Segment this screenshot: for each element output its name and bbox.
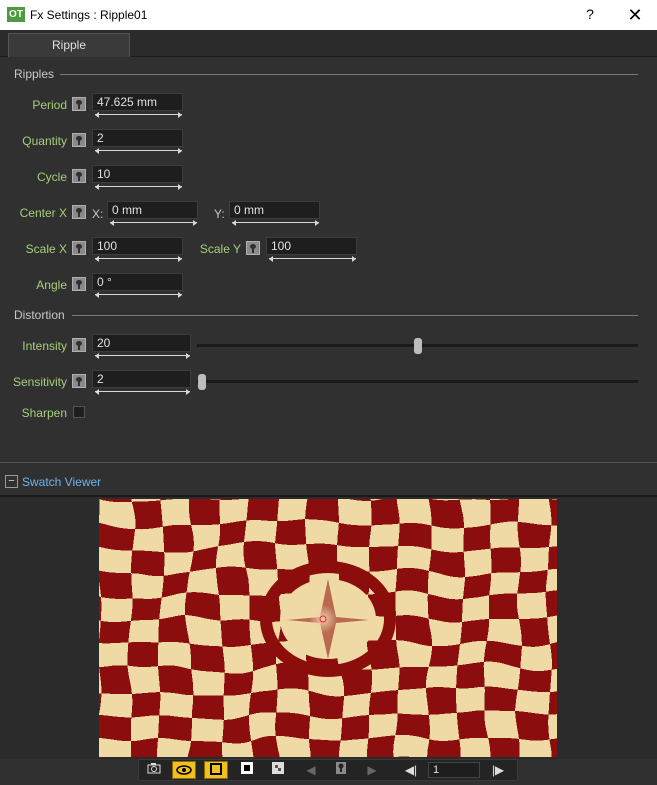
cycle-field[interactable]: 10 bbox=[92, 165, 183, 183]
sensitivity-field-slider[interactable] bbox=[95, 389, 190, 395]
app-logo: OT bbox=[7, 7, 25, 22]
intensity-slider-handle[interactable] bbox=[413, 338, 422, 354]
center-keyframe-icon[interactable] bbox=[72, 205, 86, 219]
swatch-toolbar: ◀ ▶ ◀| 1 |▶ bbox=[138, 759, 518, 781]
window-title: Fx Settings : Ripple01 bbox=[30, 8, 148, 22]
section-divider bbox=[72, 315, 638, 316]
section-ripples: Ripples bbox=[14, 67, 55, 81]
title-bar: OT Fx Settings : Ripple01 ? ✕ bbox=[0, 0, 657, 30]
section-divider bbox=[60, 74, 638, 75]
sharpen-checkbox[interactable] bbox=[73, 406, 85, 418]
angle-field-slider[interactable] bbox=[95, 292, 182, 298]
angle-field[interactable]: 0 ° bbox=[92, 273, 183, 291]
white-square-icon[interactable] bbox=[235, 761, 259, 779]
quantity-label: Quantity bbox=[22, 134, 67, 148]
period-label: Period bbox=[32, 98, 67, 112]
collapse-toggle-icon[interactable]: − bbox=[5, 475, 18, 488]
swatch-viewer-header: − Swatch Viewer bbox=[0, 462, 657, 495]
angle-label: Angle bbox=[36, 278, 67, 292]
sensitivity-slider-handle[interactable] bbox=[198, 374, 206, 390]
next-arrow-icon[interactable]: ▶ bbox=[360, 761, 384, 779]
center-x-field-slider[interactable] bbox=[110, 220, 197, 226]
swatch-preview-image[interactable] bbox=[99, 499, 557, 757]
center-y-field-slider[interactable] bbox=[232, 220, 319, 226]
frame-number-field[interactable]: 1 bbox=[428, 762, 480, 778]
cycle-label: Cycle bbox=[36, 170, 67, 184]
pin-icon[interactable] bbox=[329, 761, 353, 779]
sensitivity-label: Sensitivity bbox=[12, 375, 67, 389]
square-outline-icon[interactable] bbox=[204, 761, 228, 779]
close-button[interactable]: ✕ bbox=[624, 4, 646, 26]
camera-icon[interactable] bbox=[142, 761, 166, 779]
intensity-field-slider[interactable] bbox=[95, 353, 190, 359]
scale-y-keyframe-icon[interactable] bbox=[246, 241, 260, 255]
sensitivity-keyframe-icon[interactable] bbox=[72, 374, 86, 388]
scale-y-label: Scale Y bbox=[199, 242, 241, 256]
quantity-field[interactable]: 2 bbox=[92, 129, 183, 147]
checker-square-icon[interactable] bbox=[266, 761, 290, 779]
center-y-label: Y: bbox=[214, 207, 225, 221]
tab-ripple[interactable]: Ripple bbox=[8, 33, 130, 57]
angle-keyframe-icon[interactable] bbox=[72, 277, 86, 291]
eye-icon[interactable] bbox=[172, 761, 196, 779]
sensitivity-field[interactable]: 2 bbox=[92, 370, 191, 388]
quantity-field-slider[interactable] bbox=[95, 148, 182, 154]
intensity-keyframe-icon[interactable] bbox=[72, 338, 86, 352]
scale-y-field-slider[interactable] bbox=[269, 256, 356, 262]
tab-bar: Ripple bbox=[0, 30, 657, 57]
scale-x-field[interactable]: 100 bbox=[92, 237, 183, 255]
center-y-field[interactable]: 0 mm bbox=[229, 201, 320, 219]
help-button[interactable]: ? bbox=[582, 6, 598, 24]
swatch-viewer bbox=[0, 495, 657, 759]
first-frame-icon[interactable]: ◀| bbox=[399, 761, 423, 779]
center-x-field[interactable]: 0 mm bbox=[107, 201, 198, 219]
scale-x-keyframe-icon[interactable] bbox=[72, 241, 86, 255]
checkerboard-preview bbox=[99, 499, 557, 757]
scale-x-field-slider[interactable] bbox=[95, 256, 182, 262]
period-field-slider[interactable] bbox=[95, 112, 182, 118]
section-distortion: Distortion bbox=[14, 308, 65, 322]
period-field[interactable]: 47.625 mm bbox=[92, 93, 183, 111]
prev-arrow-icon[interactable]: ◀ bbox=[299, 761, 323, 779]
cycle-keyframe-icon[interactable] bbox=[72, 169, 86, 183]
scale-y-field[interactable]: 100 bbox=[266, 237, 357, 255]
period-keyframe-icon[interactable] bbox=[72, 97, 86, 111]
sharpen-label: Sharpen bbox=[21, 406, 67, 420]
last-frame-icon[interactable]: |▶ bbox=[486, 761, 510, 779]
center-x-label: X: bbox=[92, 207, 104, 221]
swatch-viewer-title[interactable]: Swatch Viewer bbox=[22, 475, 101, 489]
sensitivity-slider-track[interactable] bbox=[197, 380, 638, 383]
scale-x-label: Scale X bbox=[25, 242, 67, 256]
center-label: Center X bbox=[19, 206, 67, 220]
cycle-field-slider[interactable] bbox=[95, 184, 182, 190]
quantity-keyframe-icon[interactable] bbox=[72, 133, 86, 147]
intensity-field[interactable]: 20 bbox=[92, 334, 191, 352]
intensity-label: Intensity bbox=[22, 339, 67, 353]
